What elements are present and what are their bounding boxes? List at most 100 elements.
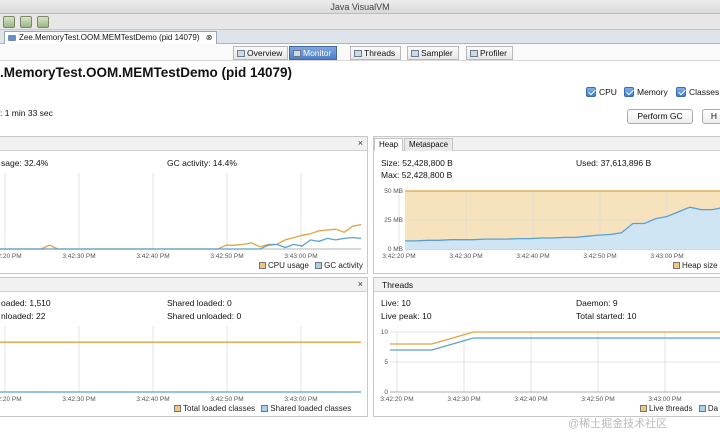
tab-profiler-label: Profiler xyxy=(480,48,507,58)
x-tick-label: 3:42:20 PM xyxy=(380,396,413,403)
window-title-bar: Java VisualVM xyxy=(0,0,720,14)
heap-dump-icon[interactable] xyxy=(20,16,32,28)
add-jmx-connection-icon[interactable] xyxy=(3,16,15,28)
monitor-icon xyxy=(293,50,301,57)
x-tick-label: 3:42:50 PM xyxy=(583,253,616,260)
checkbox-checked-icon xyxy=(676,87,686,97)
series-line xyxy=(0,224,362,250)
x-tick-label: 3:42:40 PM xyxy=(514,396,547,403)
legend-swatch-shared-classes xyxy=(261,405,269,412)
cpu-legend: CPU usage GC activity xyxy=(255,261,363,270)
memory-checkbox-label: Memory xyxy=(637,87,668,97)
x-tick-label: 3:42:20 PM xyxy=(0,396,22,403)
sampler-icon xyxy=(411,50,419,57)
cpu-checkbox[interactable]: CPU xyxy=(586,87,617,97)
x-tick-label: 3:42:30 PM xyxy=(449,253,482,260)
classes-checkbox[interactable]: Classes xyxy=(676,87,719,97)
legend-swatch-daemon xyxy=(698,405,706,412)
x-tick-label: 3:42:30 PM xyxy=(447,396,480,403)
heap-max-value: Max: 52,428,800 B xyxy=(381,170,453,180)
x-tick-label: 3:42:50 PM xyxy=(210,253,243,260)
y-tick-label: 5 xyxy=(384,359,388,366)
tab-profiler[interactable]: Profiler xyxy=(466,46,513,60)
overview-icon xyxy=(237,50,245,57)
tab-heap[interactable]: Heap xyxy=(374,138,404,151)
close-icon[interactable]: × xyxy=(358,138,363,148)
heap-panel-header: Heap Metaspace xyxy=(374,137,720,151)
x-tick-label: 3:42:20 PM xyxy=(382,253,415,260)
cpu-panel: × sage: 32.4% GC activity: 14.4% 3:42:20… xyxy=(0,136,368,274)
tab-monitor[interactable]: Monitor xyxy=(289,46,338,60)
legend-shared-loaded: Shared loaded classes xyxy=(270,404,352,413)
tab-overview[interactable]: Overview xyxy=(233,46,289,60)
x-tick-label: 3:42:40 PM xyxy=(136,396,169,403)
tab-metaspace[interactable]: Metaspace xyxy=(404,138,454,151)
document-tab[interactable]: Zee.MemoryTest.OOM.MEMTestDemo (pid 1407… xyxy=(4,31,217,44)
shared-loaded-value: Shared loaded: 0 xyxy=(167,298,232,308)
daemon-threads-value: Daemon: 9 xyxy=(576,298,618,308)
snapshot-icon[interactable] xyxy=(37,16,49,28)
heap-used-value: Used: 37,613,896 B xyxy=(576,158,652,168)
tab-threads[interactable]: Threads xyxy=(350,46,402,60)
cpu-usage-value: sage: 32.4% xyxy=(1,158,49,168)
legend-heap-size: Heap size xyxy=(682,261,718,270)
cpu-panel-header: × xyxy=(0,137,367,151)
heap-size-value: Size: 52,428,800 B xyxy=(381,158,453,168)
y-tick-label: 10 xyxy=(381,329,389,336)
live-peak-value: Live peak: 10 xyxy=(381,311,432,321)
threads-icon xyxy=(354,50,362,57)
heap-chart: 3:42:20 PM 3:42:30 PM 3:42:40 PM 3:42:50 PM… xyxy=(382,188,720,260)
legend-total-loaded: Total loaded classes xyxy=(183,404,256,413)
tab-sampler[interactable]: Sampler xyxy=(407,46,459,60)
x-tick-label: 3:43:00 PM xyxy=(284,253,317,260)
x-tick-label: 3:42:40 PM xyxy=(136,253,169,260)
heap-dump-button[interactable]: H xyxy=(702,109,720,124)
y-tick-label: 0 MB xyxy=(388,246,403,253)
legend-swatch-cpu xyxy=(259,262,266,269)
x-tick-label: 3:43:00 PM xyxy=(650,253,683,260)
heap-panel: Heap Metaspace Size: 52,428,800 B Max: 5… xyxy=(373,136,720,274)
x-tick-label: 3:42:40 PM xyxy=(516,253,549,260)
perform-gc-button[interactable]: Perform GC xyxy=(627,109,693,124)
uptime-label: : 1 min 33 sec xyxy=(0,108,53,118)
loaded-classes-value: oaded: 1,510 xyxy=(1,298,51,308)
x-tick-label: 3:42:50 PM xyxy=(581,396,614,403)
close-tab-icon[interactable]: ⊗ xyxy=(206,32,213,44)
main-toolbar xyxy=(0,14,720,30)
profiler-icon xyxy=(470,50,478,57)
legend-daemon-threads: Da xyxy=(707,404,719,413)
tab-monitor-label: Monitor xyxy=(303,48,332,58)
unloaded-classes-value: nloaded: 22 xyxy=(1,311,46,321)
x-tick-label: 3:43:00 PM xyxy=(648,396,681,403)
gc-activity-value: GC activity: 14.4% xyxy=(167,158,237,168)
x-tick-label: 3:42:30 PM xyxy=(62,396,95,403)
y-tick-label: 0 xyxy=(384,389,388,396)
x-tick-label: 3:42:20 PM xyxy=(0,253,22,260)
threads-panel: Threads Live: 10 Live peak: 10 Daemon: 9… xyxy=(373,277,720,417)
x-tick-label: 3:43:00 PM xyxy=(284,396,317,403)
legend-swatch-live xyxy=(640,405,647,412)
series-line xyxy=(390,337,720,351)
x-tick-label: 3:42:50 PM xyxy=(210,396,243,403)
tab-overview-label: Overview xyxy=(247,48,283,58)
y-tick-label: 25 MB xyxy=(384,217,403,224)
close-icon[interactable]: × xyxy=(358,279,363,289)
checkbox-checked-icon xyxy=(586,87,596,97)
watermark: @稀土掘金技术社区 xyxy=(568,418,668,430)
application-icon xyxy=(8,35,16,41)
live-threads-value: Live: 10 xyxy=(381,298,411,308)
classes-panel-header: × xyxy=(0,278,367,292)
threads-panel-title: Threads xyxy=(382,280,414,290)
document-tab-bar: Zee.MemoryTest.OOM.MEMTestDemo (pid 1407… xyxy=(0,30,720,44)
view-tabs: Overview Monitor Threads Sampler Profile… xyxy=(0,44,720,61)
window-title: Java VisualVM xyxy=(330,2,390,12)
x-tick-label: 3:42:30 PM xyxy=(62,253,95,260)
threads-chart: 3:42:20 PM 3:42:30 PM 3:42:40 PM 3:42:50 PM… xyxy=(380,329,720,403)
threads-panel-header: Threads xyxy=(374,278,720,292)
legend-swatch-gc xyxy=(315,262,323,269)
checkbox-checked-icon xyxy=(624,87,634,97)
memory-checkbox[interactable]: Memory xyxy=(624,87,668,97)
shared-unloaded-value: Shared unloaded: 0 xyxy=(167,311,242,321)
classes-chart: 3:42:20 PM 3:42:30 PM 3:42:40 PM 3:42:50 PM… xyxy=(0,326,361,403)
legend-swatch-heap xyxy=(673,262,680,269)
